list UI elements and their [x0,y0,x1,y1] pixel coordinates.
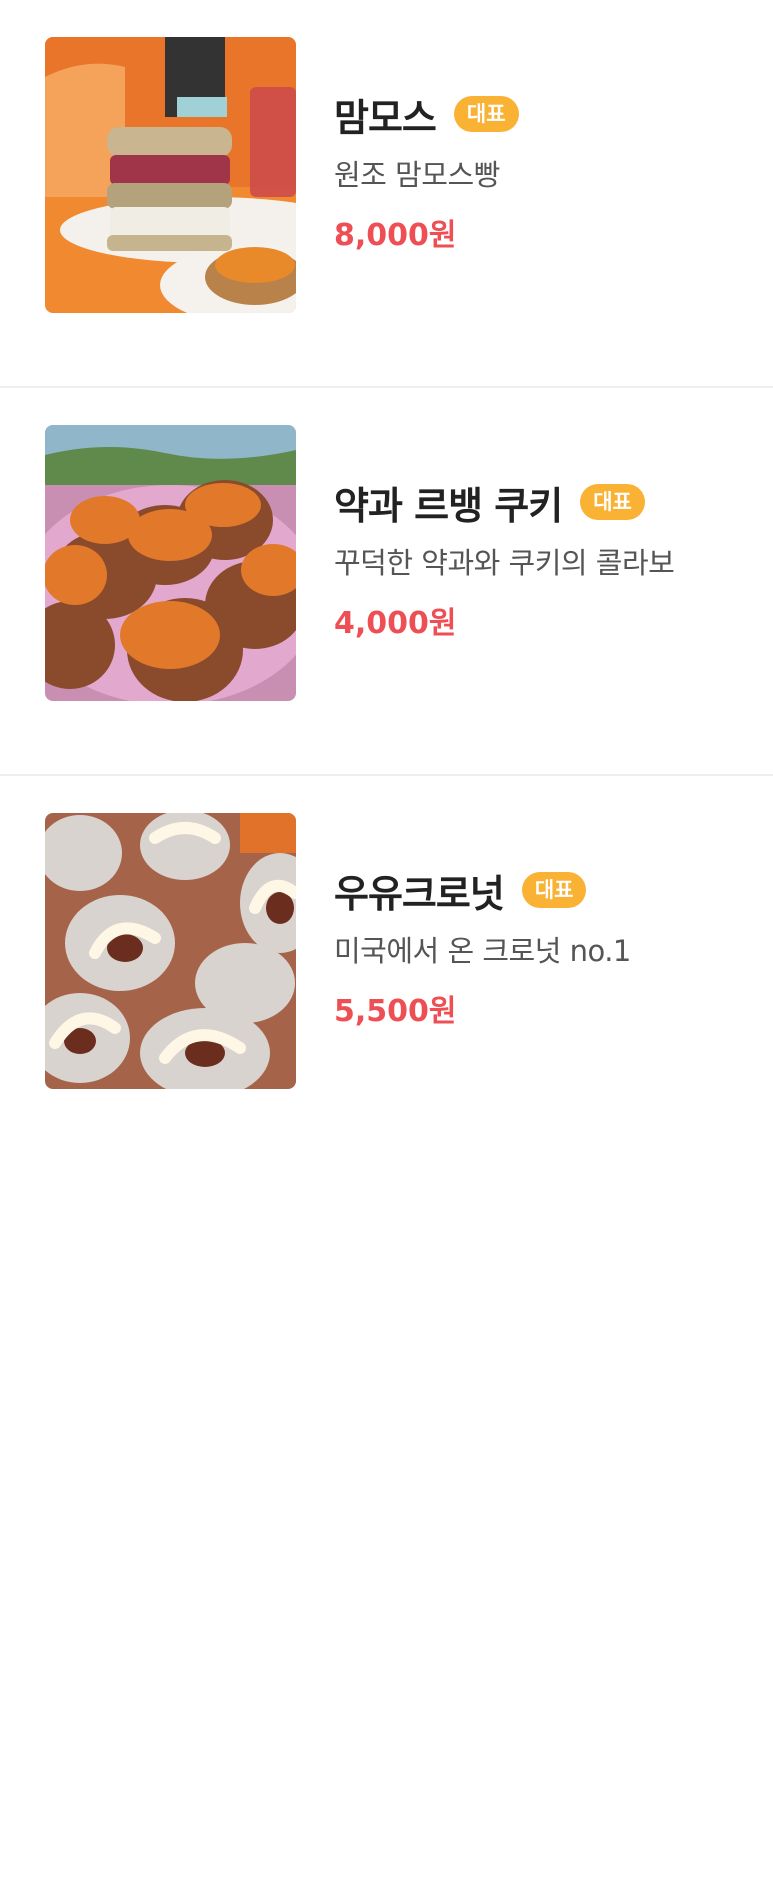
signature-badge: 대표 [580,484,645,520]
menu-item-name: 약과 르뱅 쿠키 [334,483,563,528]
menu-item-description: 꾸덕한 약과와 쿠키의 콜라보 [334,546,675,580]
menu-item-info: 맘모스 대표 원조 맘모스빵 8,000원 [334,88,519,254]
menu-item-price: 5,500원 [334,994,457,1029]
milk-cronut-photo [45,813,296,1089]
menu-item-yakgwa-levain[interactable]: 약과 르뱅 쿠키 대표 꾸덕한 약과와 쿠키의 콜라보 4,000원 [0,388,773,776]
menu-item-mammoth[interactable]: 맘모스 대표 원조 맘모스빵 8,000원 [0,0,773,388]
menu-item-image[interactable] [45,813,296,1089]
yakgwa-levain-cookie-photo [45,425,296,701]
menu-item-milk-cronut[interactable]: 우유크로넛 대표 미국에서 온 크로넛 no.1 5,500원 [0,776,773,1890]
menu-item-name: 맘모스 [334,95,437,140]
menu-item-price: 4,000원 [334,606,457,641]
menu-item-price: 8,000원 [334,218,457,253]
menu-item-description: 미국에서 온 크로넛 no.1 [334,934,631,968]
menu-item-info: 약과 르뱅 쿠키 대표 꾸덕한 약과와 쿠키의 콜라보 4,000원 [334,476,675,642]
menu-item-image[interactable] [45,425,296,701]
menu-item-description: 원조 맘모스빵 [334,158,500,192]
signature-badge: 대표 [453,96,519,132]
menu-list: 맘모스 대표 원조 맘모스빵 8,000원 약과 르뱅 쿠키 대표 꾸덕한 약과… [0,0,773,1890]
mammoth-bread-photo [45,37,296,313]
menu-item-name: 우유크로넛 [334,871,505,916]
menu-item-image[interactable] [45,37,296,313]
signature-badge: 대표 [521,872,587,908]
menu-item-info: 우유크로넛 대표 미국에서 온 크로넛 no.1 5,500원 [334,864,631,1030]
